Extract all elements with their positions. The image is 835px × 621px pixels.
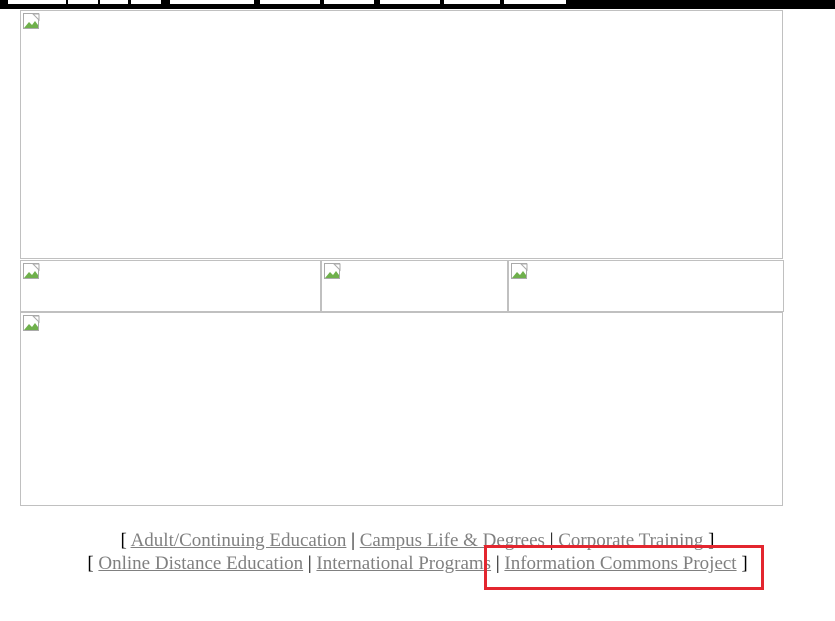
highlight-box bbox=[484, 545, 764, 590]
nav-gap bbox=[260, 0, 320, 4]
top-navigation-bar bbox=[0, 0, 835, 9]
nav-image-left[interactable] bbox=[20, 260, 321, 312]
nav-gap bbox=[100, 0, 128, 4]
nav-gap bbox=[380, 0, 440, 4]
nav-gap bbox=[444, 0, 500, 4]
nav-gap bbox=[131, 0, 161, 4]
broken-image-icon bbox=[511, 263, 528, 279]
broken-image-icon bbox=[23, 263, 40, 279]
header-banner-image bbox=[20, 10, 783, 259]
broken-image-icon bbox=[324, 263, 341, 279]
content-image bbox=[20, 312, 783, 506]
bracket-open: [ bbox=[120, 530, 127, 551]
nav-gap bbox=[68, 0, 98, 4]
nav-gap bbox=[170, 0, 254, 4]
separator: | bbox=[307, 553, 312, 574]
nav-gap bbox=[324, 0, 374, 4]
broken-image-icon bbox=[23, 13, 40, 29]
nav-gap bbox=[504, 0, 566, 4]
nav-image-middle[interactable] bbox=[321, 260, 508, 312]
separator: | bbox=[351, 530, 355, 551]
broken-image-icon bbox=[23, 315, 40, 331]
link-adult-continuing-education[interactable]: Adult/Continuing Education bbox=[131, 530, 347, 551]
link-online-distance-education[interactable]: Online Distance Education bbox=[98, 553, 303, 574]
bracket-open: [ bbox=[87, 553, 94, 574]
nav-gap bbox=[8, 0, 66, 4]
nav-image-right[interactable] bbox=[508, 260, 784, 312]
link-international-programs[interactable]: International Programs bbox=[316, 553, 491, 574]
